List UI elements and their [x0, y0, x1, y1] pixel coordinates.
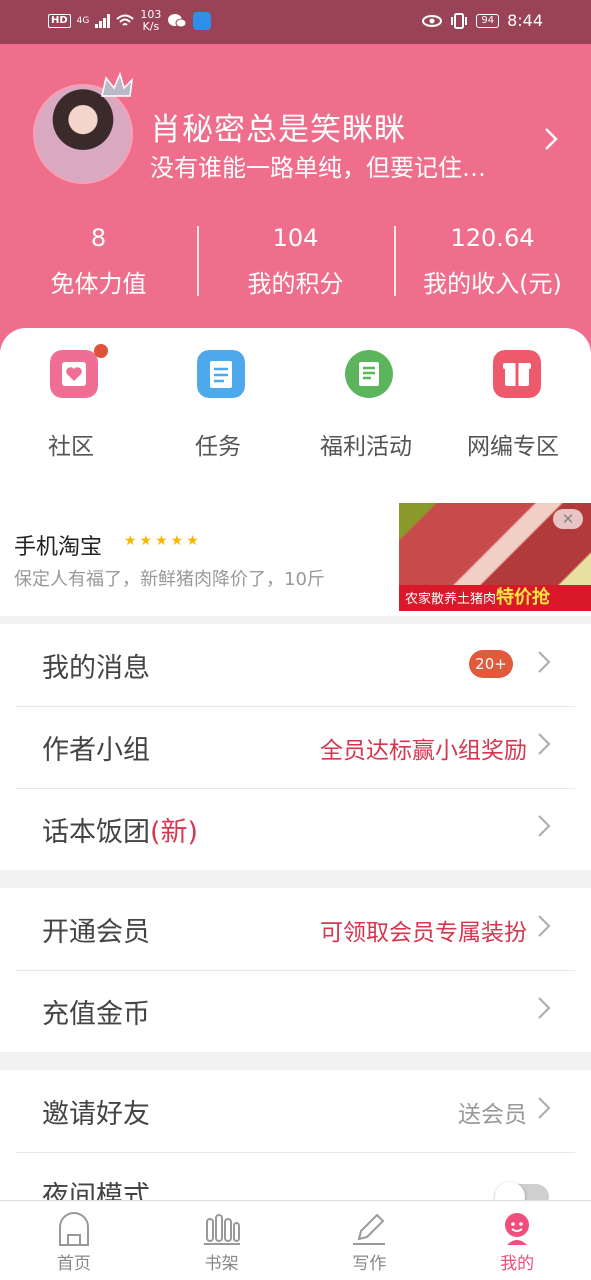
tab-write[interactable]: 写作 [296, 1201, 444, 1280]
user-motto[interactable]: 没有谁能一路单纯，但要记住… [150, 148, 486, 183]
ad-image-band: 农家散养土猪肉特价抢 [399, 585, 591, 611]
ad-banner[interactable]: 手机淘宝 ★★★★★ 保定人有福了，新鲜猪肉降价了，10斤 农家散养土猪肉特价抢… [0, 503, 591, 613]
close-icon[interactable]: ✕ [553, 509, 583, 529]
gift-box-icon [493, 350, 541, 398]
menu-invite-friends[interactable]: 邀请好友 送会员 [0, 1070, 591, 1152]
menu-section-membership: 开通会员 可领取会员专属装扮 充值金币 [0, 888, 591, 1052]
author-group-hint: 全员达标赢小组奖励 [320, 738, 527, 764]
menu-open-membership[interactable]: 开通会员 可领取会员专属装扮 [0, 888, 591, 970]
profile-icon [505, 1213, 530, 1245]
pen-icon [353, 1213, 386, 1245]
wifi-icon [116, 14, 135, 26]
stat-stamina[interactable]: 8 免体力值 [0, 220, 197, 310]
net-speed: 103 K/s [140, 8, 162, 33]
profile-header: 肖秘密总是笑眯眯 没有谁能一路单纯，但要记住… 8 免体力值 104 我的积分 … [0, 44, 591, 364]
battery-icon: 94 [476, 13, 500, 28]
stat-points[interactable]: 104 我的积分 [197, 220, 394, 310]
hd-indicator: HD [48, 14, 71, 28]
chevron-right-icon[interactable] [543, 126, 559, 152]
chevron-right-icon [538, 997, 551, 1019]
message-count-badge: 20+ [469, 650, 513, 678]
network-type: 4G [76, 16, 90, 26]
menu-huaben-fantuan[interactable]: 话本饭团(新) [0, 788, 591, 870]
eye-comfort-icon [422, 14, 443, 27]
ad-image[interactable]: 农家散养土猪肉特价抢 ✕ [399, 503, 591, 611]
menu-section-messages: 我的消息 20+ 作者小组 全员达标赢小组奖励 话本饭团(新) [0, 624, 591, 870]
menu-section-others: 邀请好友 送会员 夜间模式 [0, 1070, 591, 1200]
invite-hint: 送会员 [458, 1102, 527, 1128]
tab-bookshelf[interactable]: 书架 [148, 1201, 296, 1280]
bottom-tab-bar: 首页 书架 写作 我的 [0, 1200, 591, 1280]
new-tag: (新) [150, 817, 199, 848]
ad-title: 手机淘宝 [14, 535, 103, 560]
status-bar: HD 4G 103 K/s 94 8:44 [0, 0, 591, 44]
chevron-right-icon [538, 651, 551, 673]
task-clipboard-icon [197, 350, 245, 398]
home-icon [58, 1212, 89, 1246]
vibrate-icon [451, 12, 468, 29]
welfare-news-icon [345, 350, 393, 398]
menu-recharge-coins[interactable]: 充值金币 [0, 970, 591, 1052]
wechat-icon [168, 14, 187, 28]
bookshelf-icon [203, 1214, 240, 1245]
status-time: 8:44 [507, 11, 543, 30]
night-mode-toggle[interactable] [495, 1182, 549, 1200]
quick-actions-card: 社区 任务 福利活动 网编专区 手机淘宝 ★★★★★ 保定人有福了，新鲜猪肉降价… [0, 328, 591, 616]
chevron-right-icon [538, 815, 551, 837]
signal-icon [95, 14, 111, 28]
menu-author-group[interactable]: 作者小组 全员达标赢小组奖励 [0, 706, 591, 788]
ad-rating-stars: ★★★★★ [124, 533, 202, 549]
menu-my-messages[interactable]: 我的消息 20+ [0, 624, 591, 706]
notification-dot [94, 344, 108, 358]
chevron-right-icon [538, 733, 551, 755]
crown-icon [101, 72, 134, 97]
tab-home[interactable]: 首页 [0, 1201, 148, 1280]
stat-income[interactable]: 120.64 我的收入(元) [394, 220, 591, 310]
ad-description: 保定人有福了，新鲜猪肉降价了，10斤 [14, 569, 325, 590]
stats-row: 8 免体力值 104 我的积分 120.64 我的收入(元) [0, 220, 591, 310]
membership-hint: 可领取会员专属装扮 [320, 920, 527, 946]
community-icon [50, 350, 98, 398]
app-notification-icon [193, 12, 212, 30]
menu-night-mode[interactable]: 夜间模式 [0, 1152, 591, 1200]
chevron-right-icon [538, 1097, 551, 1119]
tab-mine[interactable]: 我的 [443, 1201, 591, 1280]
user-name[interactable]: 肖秘密总是笑眯眯 [150, 104, 406, 149]
chevron-right-icon [538, 915, 551, 937]
